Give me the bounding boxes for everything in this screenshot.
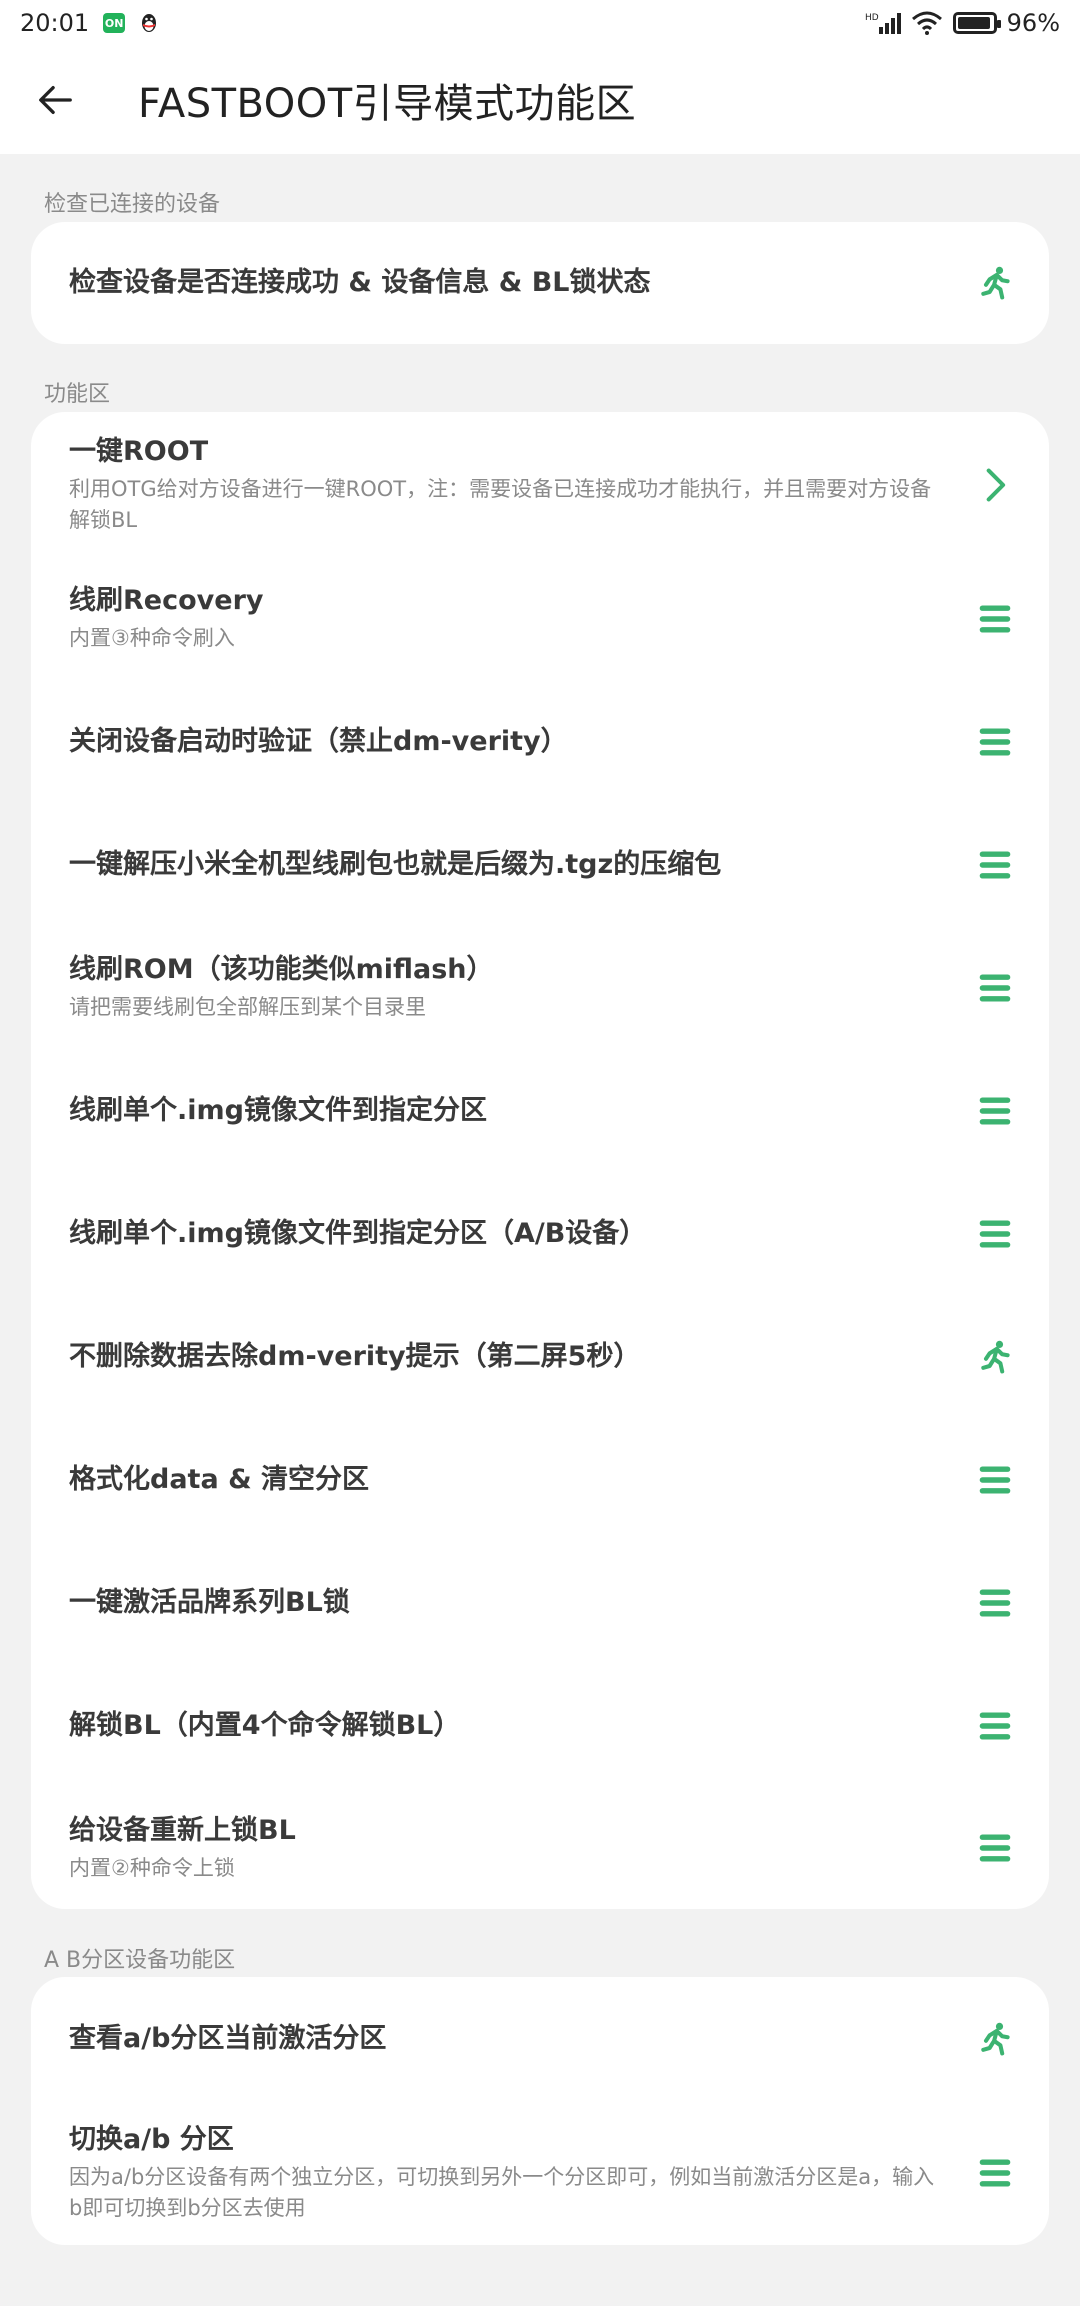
list-item-remove-verity-prompt[interactable]: 不删除数据去除dm-verity提示（第二屏5秒） — [31, 1295, 1049, 1418]
item-title: 一键解压小米全机型线刷包也就是后缀为.tgz的压缩包 — [69, 848, 722, 880]
app-bar: FASTBOOT引导模式功能区 — [0, 46, 1080, 154]
item-title: 线刷单个.img镜像文件到指定分区 — [69, 1094, 487, 1126]
list-item-disable-verity[interactable]: 关闭设备启动时验证（禁止dm-verity） — [31, 680, 1049, 803]
menu-icon — [975, 599, 1015, 639]
battery-percent: 96% — [1006, 9, 1060, 37]
run-icon — [975, 1337, 1015, 1377]
item-title: 线刷ROM（该功能类似miflash） — [69, 954, 494, 985]
menu-icon — [975, 1214, 1015, 1254]
item-subtitle: 请把需要线刷包全部解压到某个目录里 — [69, 995, 426, 1019]
card-functions: 一键ROOT 利用OTG给对方设备进行一键ROOT，注：需要设备已连接成功才能执… — [31, 412, 1049, 1909]
menu-icon — [975, 1091, 1015, 1131]
menu-icon — [975, 722, 1015, 762]
list-item-extract-tgz[interactable]: 一键解压小米全机型线刷包也就是后缀为.tgz的压缩包 — [31, 803, 1049, 926]
notification-app-icon: ON — [103, 13, 126, 33]
section-label-ab: A B分区设备功能区 — [44, 1948, 236, 1973]
status-time: 20:01 — [20, 9, 90, 37]
wifi-icon — [911, 11, 942, 35]
run-icon — [975, 2019, 1015, 2059]
list-item-one-click-root[interactable]: 一键ROOT 利用OTG给对方设备进行一键ROOT，注：需要设备已连接成功才能执… — [31, 412, 1049, 557]
list-item-flash-img-ab[interactable]: 线刷单个.img镜像文件到指定分区（A/B设备） — [31, 1172, 1049, 1295]
list-item-switch-slot[interactable]: 切换a/b 分区 因为a/b分区设备有两个独立分区，可切换到另外一个分区即可，例… — [31, 2100, 1049, 2245]
list-item-relock-bl[interactable]: 给设备重新上锁BL 内置②种命令上锁 — [31, 1787, 1049, 1909]
item-subtitle: 内置②种命令上锁 — [69, 1855, 235, 1880]
item-title: 切换a/b 分区 — [69, 2123, 234, 2155]
item-title: 不删除数据去除dm-verity提示（第二屏5秒） — [69, 1340, 641, 1372]
list-item-flash-img[interactable]: 线刷单个.img镜像文件到指定分区 — [31, 1049, 1049, 1172]
list-item-format-data[interactable]: 格式化data & 清空分区 — [31, 1418, 1049, 1541]
menu-icon — [975, 1828, 1015, 1868]
list-item-flash-rom[interactable]: 线刷ROM（该功能类似miflash） 请把需要线刷包全部解压到某个目录里 — [31, 926, 1049, 1049]
menu-icon — [975, 1583, 1015, 1623]
item-title: 给设备重新上锁BL — [69, 1814, 296, 1846]
svg-text:HD: HD — [865, 13, 879, 23]
item-subtitle: 内置③种命令刷入 — [69, 626, 235, 650]
item-title: 一键ROOT — [69, 435, 209, 467]
section-label-check: 检查已连接的设备 — [44, 192, 221, 217]
back-button[interactable] — [0, 46, 110, 154]
item-subtitle: 利用OTG给对方设备进行一键ROOT，注：需要设备已连接成功才能执行，并且需要对… — [69, 476, 932, 532]
list-item-flash-recovery[interactable]: 线刷Recovery 内置③种命令刷入 — [31, 557, 1049, 680]
item-title: 一键激活品牌系列BL锁 — [69, 1586, 350, 1618]
item-title: 线刷Recovery — [69, 585, 264, 616]
qq-penguin-icon — [142, 14, 157, 32]
section-label-functions: 功能区 — [44, 382, 111, 407]
item-title: 格式化data & 清空分区 — [69, 1463, 370, 1495]
menu-icon — [975, 2153, 1015, 2193]
item-title: 线刷单个.img镜像文件到指定分区（A/B设备） — [69, 1217, 647, 1249]
card-ab-partition: 查看a/b分区当前激活分区 切换a/b 分区 因为a/b分区设备有两个独立分区，… — [31, 1977, 1049, 2245]
page-title: FASTBOOT引导模式功能区 — [138, 81, 637, 127]
item-title: 解锁BL（内置4个命令解锁BL） — [69, 1709, 461, 1741]
list-item-check-connection[interactable]: 检查设备是否连接成功 & 设备信息 & BL锁状态 — [31, 222, 1049, 344]
menu-icon — [975, 968, 1015, 1008]
menu-icon — [975, 845, 1015, 885]
list-item-activate-bl-lock[interactable]: 一键激活品牌系列BL锁 — [31, 1541, 1049, 1664]
list-item-view-active-slot[interactable]: 查看a/b分区当前激活分区 — [31, 1977, 1049, 2100]
list-item-unlock-bl[interactable]: 解锁BL（内置4个命令解锁BL） — [31, 1664, 1049, 1787]
item-title: 检查设备是否连接成功 & 设备信息 & BL锁状态 — [69, 267, 651, 298]
chevron-right-icon — [975, 465, 1015, 505]
signal-icon: HD — [865, 13, 901, 34]
item-title: 关闭设备启动时验证（禁止dm-verity） — [69, 725, 568, 757]
item-subtitle: 因为a/b分区设备有两个独立分区，可切换到另外一个分区即可，例如当前激活分区是a… — [69, 2164, 935, 2220]
item-title: 查看a/b分区当前激活分区 — [69, 2022, 387, 2054]
status-right: HD 96% — [865, 9, 1060, 37]
arrow-left-icon — [39, 85, 72, 115]
battery-icon — [952, 12, 1001, 34]
card-check-device: 检查设备是否连接成功 & 设备信息 & BL锁状态 — [31, 222, 1049, 344]
menu-icon — [975, 1460, 1015, 1500]
run-icon — [975, 263, 1015, 303]
status-bar: 20:01 ON HD 96% — [0, 0, 1080, 46]
menu-icon — [975, 1706, 1015, 1746]
